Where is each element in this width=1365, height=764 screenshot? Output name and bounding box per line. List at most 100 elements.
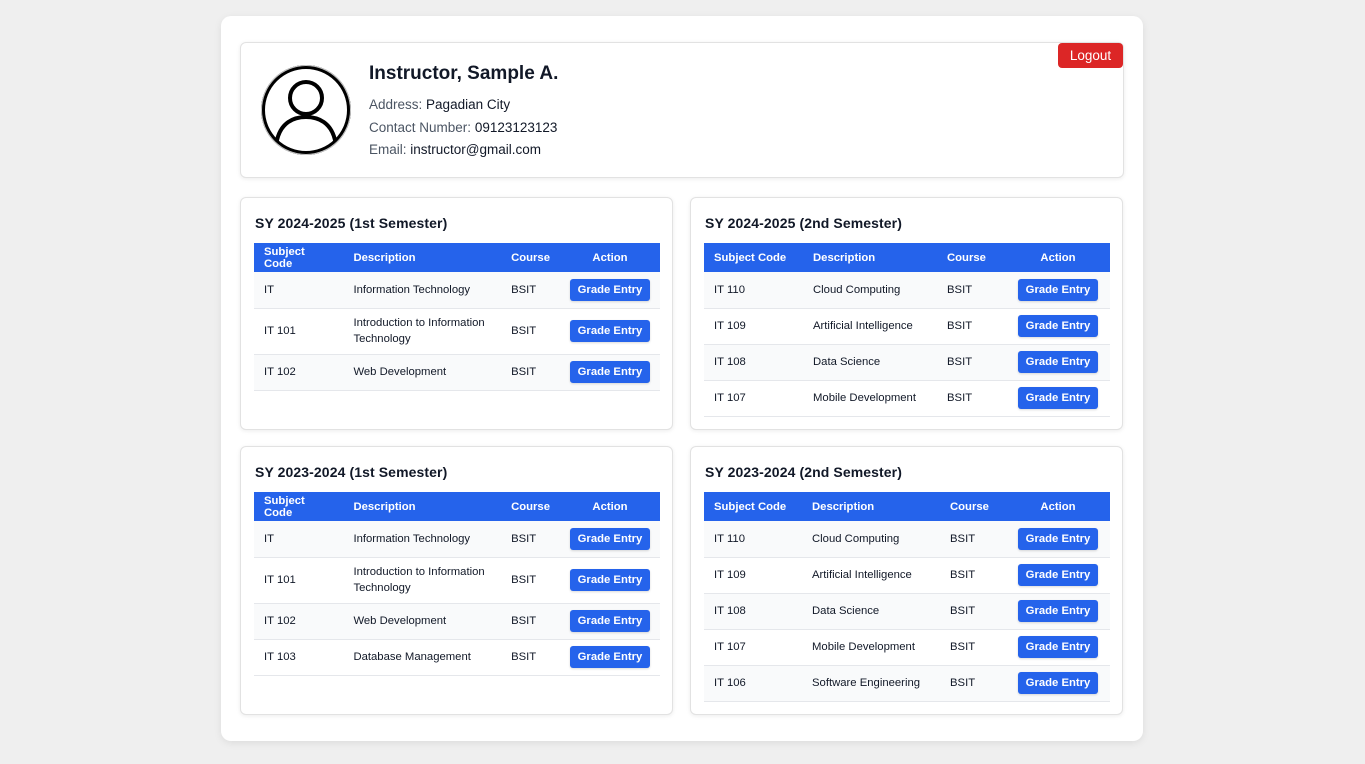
header-description: Description [353, 251, 416, 264]
table-header-row: Subject Code Description Course Action [704, 492, 1110, 521]
description-cell: Data Science [802, 593, 940, 630]
action-cell: Grade Entry [1006, 272, 1110, 309]
course-cell: BSIT [940, 521, 1006, 558]
action-cell: Grade Entry [1006, 521, 1110, 558]
subjects-table: Subject Code Description Course Action I… [254, 492, 660, 676]
subject-code-cell: IT 109 [704, 557, 802, 594]
subjects-table: Subject Code Description Course Action I… [254, 243, 660, 391]
course-cell: BSIT [940, 629, 1006, 666]
table-row: IT 108 Data Science BSIT Grade Entry [704, 593, 1110, 630]
header-action: Action [1040, 500, 1076, 513]
table-row: IT 107 Mobile Development BSIT Grade Ent… [704, 629, 1110, 666]
profile-card: Instructor, Sample A. Address: Pagadian … [240, 42, 1124, 178]
table-row: IT 101 Introduction to Information Techn… [254, 308, 660, 355]
subject-code-cell: IT 101 [254, 308, 344, 355]
action-cell: Grade Entry [559, 354, 660, 391]
course-cell: BSIT [937, 272, 1006, 309]
grade-entry-button[interactable]: Grade Entry [1018, 600, 1098, 622]
table-row: IT Information Technology BSIT Grade Ent… [254, 272, 660, 309]
table-row: IT 110 Cloud Computing BSIT Grade Entry [704, 521, 1110, 558]
table-row: IT 109 Artificial Intelligence BSIT Grad… [704, 557, 1110, 594]
subject-code-cell: IT 110 [704, 272, 803, 309]
action-cell: Grade Entry [559, 308, 660, 355]
subject-code-cell: IT 110 [704, 521, 802, 558]
table-row: IT 107 Mobile Development BSIT Grade Ent… [704, 380, 1110, 417]
semester-title: SY 2023-2024 (1st Semester) [255, 464, 448, 480]
contact-value: 09123123123 [474, 119, 558, 135]
subject-code-cell: IT [254, 272, 344, 309]
semester-title: SY 2024-2025 (1st Semester) [255, 215, 448, 231]
grade-entry-button[interactable]: Grade Entry [1018, 672, 1098, 694]
grade-entry-button[interactable]: Grade Entry [569, 646, 650, 668]
course-cell: BSIT [937, 380, 1006, 417]
action-cell: Grade Entry [1006, 380, 1110, 417]
subjects-table: Subject Code Description Course Action I… [704, 492, 1110, 702]
semester-card: SY 2024-2025 (1st Semester) Subject Code… [240, 197, 673, 430]
email-value: instructor@gmail.com [410, 142, 542, 157]
subject-code-cell: IT 102 [254, 603, 344, 640]
grade-entry-button[interactable]: Grade Entry [1018, 351, 1098, 373]
description-cell: Introduction to Information Technology [343, 308, 502, 355]
header-subject-code: Subject Code [714, 251, 787, 264]
description-cell: Database Management [343, 639, 502, 676]
table-row: IT 102 Web Development BSIT Grade Entry [254, 603, 660, 640]
table-row: IT 103 Database Management BSIT Grade En… [254, 639, 660, 676]
subject-code-cell: IT 108 [704, 593, 802, 630]
table-row: IT 101 Introduction to Information Techn… [254, 557, 660, 604]
description-cell: Data Science [803, 344, 937, 381]
course-cell: BSIT [501, 354, 560, 391]
header-course: Course [511, 500, 550, 513]
grade-entry-button[interactable]: Grade Entry [569, 527, 650, 550]
subject-code-cell: IT 109 [704, 308, 803, 345]
header-subject-code: Subject Code [264, 494, 305, 519]
description-cell: Information Technology [343, 521, 502, 558]
description-cell: Mobile Development [802, 629, 940, 666]
contact-label: Contact Number: [369, 119, 472, 135]
course-cell: BSIT [940, 557, 1006, 594]
grade-entry-button[interactable]: Grade Entry [569, 278, 650, 301]
course-cell: BSIT [501, 272, 560, 309]
instructor-name: Instructor, Sample A. [369, 63, 559, 84]
course-cell: BSIT [501, 308, 560, 355]
action-cell: Grade Entry [559, 557, 660, 604]
course-cell: BSIT [940, 593, 1006, 630]
description-cell: Introduction to Information Technology [343, 557, 502, 604]
grade-entry-button[interactable]: Grade Entry [1018, 564, 1098, 586]
subject-code-cell: IT 102 [254, 354, 344, 391]
grade-entry-button[interactable]: Grade Entry [569, 320, 650, 342]
table-row: IT 108 Data Science BSIT Grade Entry [704, 344, 1110, 381]
profile-info: Instructor, Sample A. Address: Pagadian … [369, 63, 558, 162]
grade-entry-button[interactable]: Grade Entry [1018, 387, 1098, 409]
table-header-row: Subject Code Description Course Action [254, 243, 660, 272]
subjects-table: Subject Code Description Course Action I… [704, 243, 1110, 417]
header-course: Course [950, 500, 989, 513]
table-header-row: Subject Code Description Course Action [254, 492, 660, 521]
action-cell: Grade Entry [1006, 308, 1110, 345]
description-cell: Artificial Intelligence [802, 557, 940, 594]
address-line: Address: Pagadian City [369, 94, 558, 117]
course-cell: BSIT [501, 603, 560, 640]
grade-entry-button[interactable]: Grade Entry [569, 610, 650, 632]
grade-entry-button[interactable]: Grade Entry [1018, 315, 1098, 337]
subject-code-cell: IT 108 [704, 344, 803, 381]
grade-entry-button[interactable]: Grade Entry [1018, 527, 1098, 550]
action-cell: Grade Entry [1006, 629, 1110, 666]
logout-button[interactable]: Logout [1058, 43, 1123, 68]
semester-title: SY 2024-2025 (2nd Semester) [705, 215, 902, 231]
grade-entry-button[interactable]: Grade Entry [569, 361, 650, 383]
course-cell: BSIT [937, 308, 1006, 345]
description-cell: Cloud Computing [802, 521, 940, 558]
course-cell: BSIT [937, 344, 1006, 381]
description-cell: Software Engineering [802, 665, 940, 702]
grade-entry-button[interactable]: Grade Entry [1018, 636, 1098, 658]
course-cell: BSIT [940, 665, 1006, 702]
subject-code-cell: IT 107 [704, 629, 802, 666]
header-subject-code: Subject Code [714, 500, 787, 513]
subject-code-cell: IT 107 [704, 380, 803, 417]
course-cell: BSIT [501, 557, 560, 604]
description-cell: Web Development [343, 603, 502, 640]
header-action: Action [1040, 251, 1076, 264]
grade-entry-button[interactable]: Grade Entry [569, 569, 650, 591]
table-row: IT 102 Web Development BSIT Grade Entry [254, 354, 660, 391]
grade-entry-button[interactable]: Grade Entry [1018, 278, 1098, 301]
